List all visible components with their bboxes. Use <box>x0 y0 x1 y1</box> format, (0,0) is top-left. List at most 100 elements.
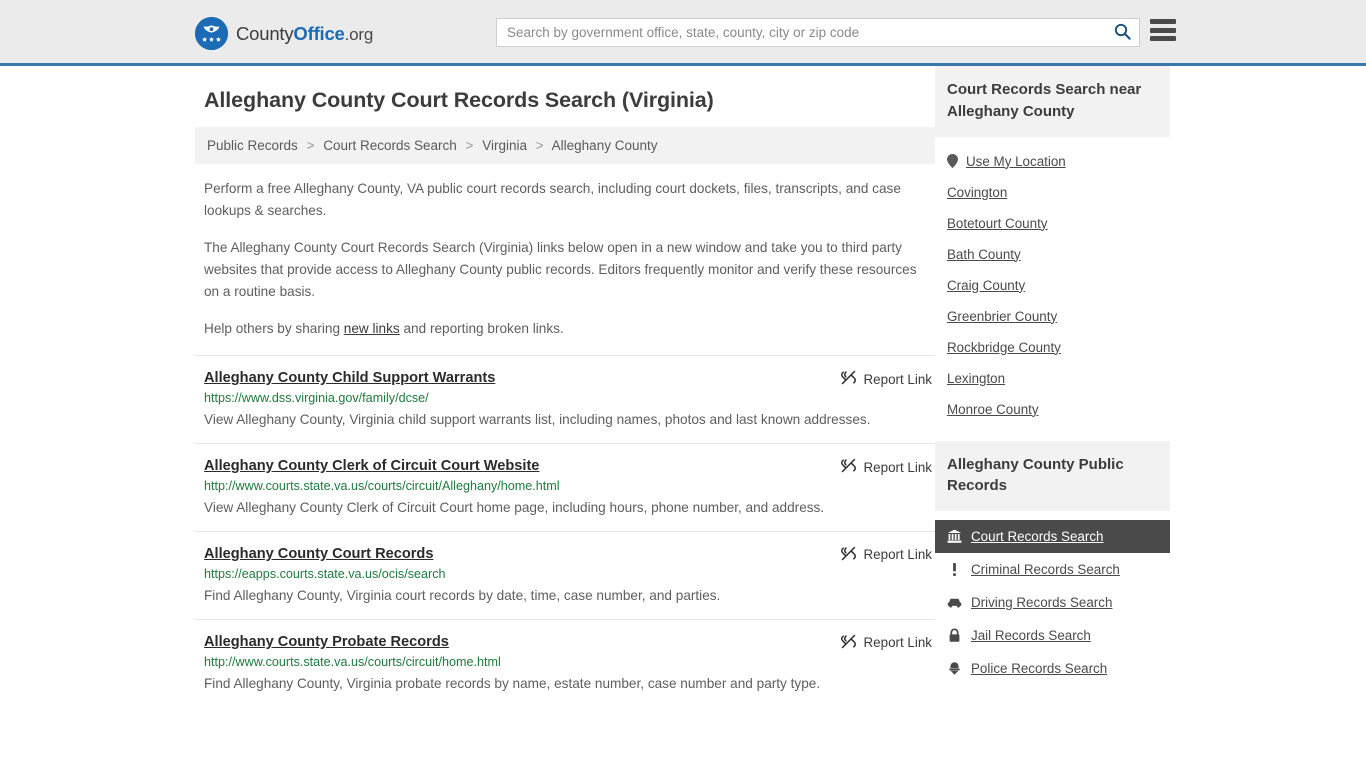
breadcrumb-separator: > <box>306 138 315 153</box>
hamburger-menu-icon[interactable] <box>1150 19 1176 41</box>
help-line-before: Help others by sharing <box>204 321 344 337</box>
public-record-item[interactable]: Criminal Records Search <box>935 553 1170 586</box>
near-location-item[interactable]: Bath County <box>935 239 1170 270</box>
public-record-link[interactable]: Police Records Search <box>971 661 1107 676</box>
countyoffice-logo-icon <box>195 17 228 50</box>
public-record-link[interactable]: Court Records Search <box>971 529 1103 544</box>
brand-part-office: Office <box>293 22 345 44</box>
panel-spacer <box>935 425 1170 441</box>
near-location-item[interactable]: Botetourt County <box>935 208 1170 239</box>
result-url: http://www.courts.state.va.us/courts/cir… <box>204 479 560 493</box>
result-url: http://www.courts.state.va.us/courts/cir… <box>204 654 501 669</box>
public-record-link[interactable]: Jail Records Search <box>971 628 1091 643</box>
use-my-location-item[interactable]: Use My Location <box>935 146 1170 177</box>
public-record-item[interactable]: Jail Records Search <box>935 619 1170 652</box>
report-link-button[interactable]: Report Link <box>840 457 932 477</box>
map-pin-icon <box>947 154 958 168</box>
near-location-link[interactable]: Rockbridge County <box>947 340 1061 355</box>
result-item: Alleghany County Court Records Report Lin… <box>195 530 935 619</box>
car-icon <box>947 595 962 610</box>
broken-link-icon <box>840 545 857 565</box>
result-description: View Alleghany County Clerk of Circuit C… <box>204 499 825 515</box>
near-location-item[interactable]: Greenbrier County <box>935 301 1170 332</box>
exclamation-icon <box>947 562 962 577</box>
new-links-link[interactable]: new links <box>344 321 400 336</box>
near-location-item[interactable]: Monroe County <box>935 394 1170 425</box>
intro-paragraph-2: The Alleghany County Court Records Searc… <box>204 240 917 300</box>
broken-link-icon <box>840 369 857 389</box>
search-icon <box>1114 23 1131 43</box>
sidebar: Court Records Search near Alleghany Coun… <box>935 66 1170 707</box>
near-location-link[interactable]: Bath County <box>947 247 1021 262</box>
report-link-label: Report Link <box>863 459 932 475</box>
breadcrumb-item-virginia[interactable]: Virginia <box>482 138 527 153</box>
public-record-item[interactable]: Driving Records Search <box>935 586 1170 619</box>
results-list: Alleghany County Child Support Warrants R… <box>195 355 935 707</box>
page-title: Alleghany County Court Records Search (V… <box>204 88 714 112</box>
near-location-link[interactable]: Botetourt County <box>947 216 1048 231</box>
hamburger-bar <box>1150 36 1176 41</box>
near-panel-title: Court Records Search near Alleghany Coun… <box>935 66 1170 137</box>
report-link-button[interactable]: Report Link <box>840 633 932 653</box>
near-location-item[interactable]: Rockbridge County <box>935 332 1170 363</box>
near-location-link[interactable]: Lexington <box>947 371 1005 386</box>
brand-part-county: County <box>236 22 294 44</box>
result-description: Find Alleghany County, Virginia court re… <box>204 587 721 603</box>
breadcrumb: Public Records > Court Records Search > … <box>195 127 935 164</box>
records-panel: Alleghany County Public Records Court Re… <box>935 440 1170 686</box>
main-content: Alleghany County Court Records Search (V… <box>195 66 935 707</box>
result-title-link[interactable]: Alleghany County Clerk of Circuit Court … <box>204 458 539 474</box>
near-panel: Court Records Search near Alleghany Coun… <box>935 66 1170 425</box>
public-record-item[interactable]: Court Records Search <box>935 520 1170 553</box>
breadcrumb-separator: > <box>535 138 544 153</box>
site-logo[interactable]: CountyOffice.org <box>195 17 373 50</box>
near-location-link[interactable]: Covington <box>947 185 1007 200</box>
records-panel-title: Alleghany County Public Records <box>935 440 1170 511</box>
result-url: https://eapps.courts.state.va.us/ocis/se… <box>204 566 446 581</box>
near-location-link[interactable]: Craig County <box>947 278 1025 293</box>
police-badge-icon <box>947 661 962 676</box>
near-location-item[interactable]: Covington <box>935 177 1170 208</box>
courthouse-icon <box>947 529 962 544</box>
brand-part-tld: .org <box>344 24 374 44</box>
search-input[interactable] <box>497 19 1105 46</box>
result-title-link[interactable]: Alleghany County Probate Records <box>204 634 449 650</box>
near-location-item[interactable]: Lexington <box>935 363 1170 394</box>
result-item: Alleghany County Probate Records Report L… <box>195 618 935 707</box>
report-link-label: Report Link <box>863 635 932 651</box>
broken-link-icon <box>840 633 857 653</box>
site-header: CountyOffice.org <box>0 0 1366 66</box>
public-record-item[interactable]: Police Records Search <box>935 652 1170 685</box>
help-line-after: and reporting broken links. <box>399 321 564 337</box>
use-my-location-link[interactable]: Use My Location <box>966 154 1066 169</box>
brand-name: CountyOffice.org <box>236 23 373 45</box>
hamburger-bar <box>1150 19 1176 24</box>
report-link-button[interactable]: Report Link <box>840 545 932 565</box>
result-item: Alleghany County Clerk of Circuit Court … <box>195 443 935 531</box>
public-record-link[interactable]: Criminal Records Search <box>971 562 1120 577</box>
report-link-label: Report Link <box>863 371 932 387</box>
intro-paragraph-1: Perform a free Alleghany County, VA publ… <box>204 181 901 219</box>
result-title-link[interactable]: Alleghany County Child Support Warrants <box>204 370 495 386</box>
hamburger-bar <box>1150 27 1176 33</box>
report-link-button[interactable]: Report Link <box>840 369 932 389</box>
lock-icon <box>947 628 962 643</box>
result-url: https://www.dss.virginia.gov/family/dcse… <box>204 391 429 406</box>
result-title-link[interactable]: Alleghany County Court Records <box>204 546 433 562</box>
near-location-link[interactable]: Monroe County <box>947 402 1039 417</box>
breadcrumb-item-court-records-search[interactable]: Court Records Search <box>323 138 457 153</box>
search-button[interactable] <box>1105 19 1139 46</box>
help-line: Help others by sharing new links and rep… <box>204 318 935 340</box>
public-records-list: Court Records Search Criminal Records Sea… <box>935 520 1170 685</box>
near-location-link[interactable]: Greenbrier County <box>947 309 1057 324</box>
report-link-label: Report Link <box>863 547 932 563</box>
near-location-item[interactable]: Craig County <box>935 270 1170 301</box>
page-body: Alleghany County Court Records Search (V… <box>0 66 1366 707</box>
intro-section: Perform a free Alleghany County, VA publ… <box>195 178 935 340</box>
breadcrumb-item-alleghany-county[interactable]: Alleghany County <box>552 138 658 153</box>
search-bar <box>496 18 1140 47</box>
result-item: Alleghany County Child Support Warrants R… <box>195 355 935 443</box>
public-record-link[interactable]: Driving Records Search <box>971 595 1112 610</box>
result-description: Find Alleghany County, Virginia probate … <box>204 675 821 691</box>
breadcrumb-item-public-records[interactable]: Public Records <box>207 138 298 153</box>
